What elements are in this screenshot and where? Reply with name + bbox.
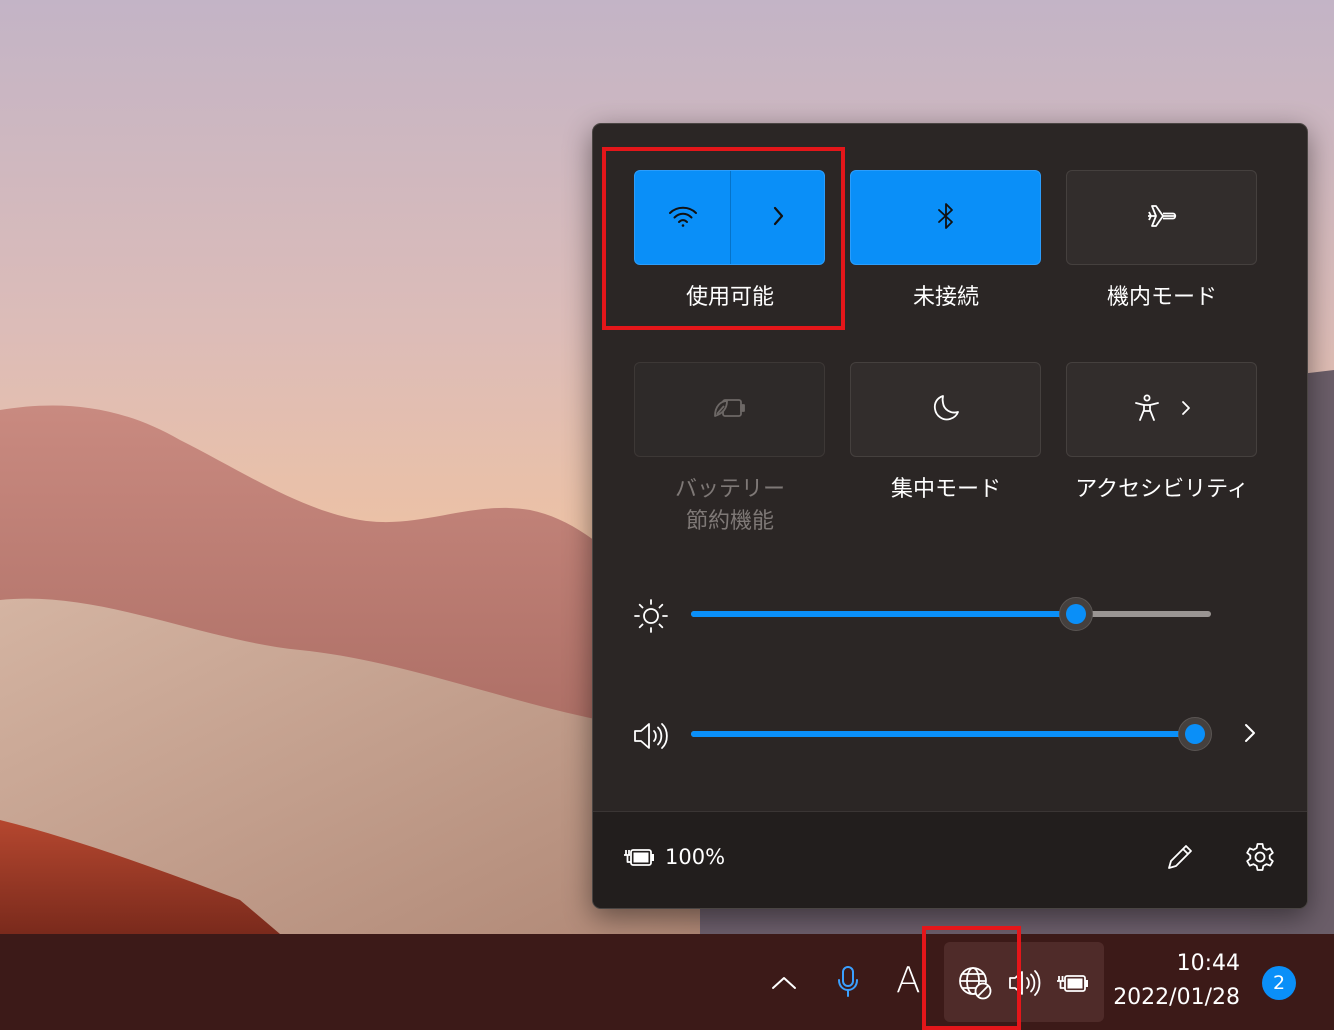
brightness-slider-thumb[interactable] xyxy=(1059,597,1093,631)
accessibility-tile-label: アクセシビリティ xyxy=(1075,477,1249,502)
volume-icon[interactable] xyxy=(631,716,671,756)
airplane-icon xyxy=(1146,201,1178,235)
brightness-slider-fill xyxy=(691,611,1076,617)
gear-icon[interactable] xyxy=(1243,840,1277,874)
battery-saver-label-line1: バッテリー xyxy=(674,477,785,502)
clock-time[interactable]: 10:44 xyxy=(1160,950,1240,978)
brightness-slider[interactable] xyxy=(691,597,1211,631)
battery-charging-icon[interactable] xyxy=(1054,966,1092,1000)
battery-saver-tile-label: バッテリー 節約機能 xyxy=(625,474,835,538)
wifi-highlight-box xyxy=(602,147,845,330)
accessibility-icon xyxy=(1132,393,1162,427)
chevron-right-icon xyxy=(1242,721,1258,749)
bluetooth-icon xyxy=(936,201,956,235)
chevron-right-icon xyxy=(1180,399,1192,421)
bluetooth-tile[interactable] xyxy=(850,170,1041,265)
moon-icon xyxy=(931,393,961,427)
brightness-icon xyxy=(631,596,671,636)
pencil-icon[interactable] xyxy=(1163,840,1197,874)
quick-settings-footer: 100% xyxy=(593,811,1307,908)
notification-count-badge[interactable]: 2 xyxy=(1262,966,1296,1000)
focus-mode-tile-label: 集中モード xyxy=(890,477,1001,502)
chevron-up-icon[interactable] xyxy=(766,966,802,1000)
battery-saver-label-line2: 節約機能 xyxy=(685,509,774,534)
battery-charging-icon[interactable] xyxy=(621,842,657,872)
volume-slider-fill xyxy=(691,731,1195,737)
volume-mixer-button[interactable] xyxy=(1235,720,1265,750)
volume-slider-thumb[interactable] xyxy=(1178,717,1212,751)
airplane-mode-tile-label: 機内モード xyxy=(1106,285,1217,310)
clock-date[interactable]: 2022/01/28 xyxy=(1100,984,1240,1012)
microphone-icon[interactable] xyxy=(830,962,866,1002)
battery-saver-icon xyxy=(713,396,747,424)
battery-percentage: 100% xyxy=(665,845,726,869)
tray-network-highlight-box xyxy=(922,926,1021,1030)
taskbar: A 10:44 2022/01/28 xyxy=(0,934,1334,1030)
battery-saver-tile[interactable] xyxy=(634,362,825,457)
accessibility-tile[interactable] xyxy=(1066,362,1257,457)
airplane-mode-tile[interactable] xyxy=(1066,170,1257,265)
volume-slider[interactable] xyxy=(691,717,1212,751)
focus-mode-tile[interactable] xyxy=(850,362,1041,457)
ime-mode-indicator[interactable]: A xyxy=(896,960,921,1002)
bluetooth-tile-label: 未接続 xyxy=(912,285,979,310)
